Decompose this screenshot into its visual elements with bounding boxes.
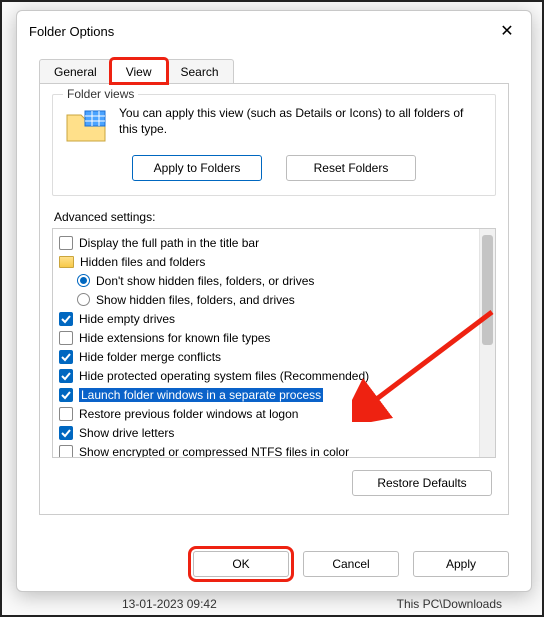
setting-show-encrypted[interactable]: Show encrypted or compressed NTFS files … <box>59 442 477 457</box>
folder-views-group: Folder views You can apply this view (su… <box>52 94 496 196</box>
setting-label: Show drive letters <box>79 426 174 440</box>
radio-icon[interactable] <box>77 274 90 287</box>
titlebar: Folder Options ✕ <box>17 11 531 47</box>
tab-view[interactable]: View <box>111 59 167 83</box>
status-path: This PC\Downloads <box>397 597 502 611</box>
background-statusbar: 13-01-2023 09:42 This PC\Downloads <box>122 597 502 611</box>
setting-hidden-group[interactable]: Hidden files and folders <box>59 252 477 271</box>
setting-launch-separate[interactable]: Launch folder windows in a separate proc… <box>59 385 477 404</box>
folder-icon <box>65 107 107 145</box>
checkbox-icon[interactable] <box>59 426 73 440</box>
screenshot-frame: Folder Options ✕ General View Search Fol… <box>0 0 544 617</box>
setting-label: Hide protected operating system files (R… <box>79 369 369 383</box>
checkbox-icon[interactable] <box>59 388 73 402</box>
setting-dont-show-hidden[interactable]: Don't show hidden files, folders, or dri… <box>59 271 477 290</box>
restore-defaults-button[interactable]: Restore Defaults <box>352 470 492 496</box>
setting-hide-ext[interactable]: Hide extensions for known file types <box>59 328 477 347</box>
radio-icon[interactable] <box>77 293 90 306</box>
setting-label: Display the full path in the title bar <box>79 236 259 250</box>
folder-views-text: You can apply this view (such as Details… <box>119 105 483 137</box>
setting-hide-merge[interactable]: Hide folder merge conflicts <box>59 347 477 366</box>
status-date: 13-01-2023 09:42 <box>122 597 217 611</box>
checkbox-icon[interactable] <box>59 445 73 458</box>
setting-label: Hide folder merge conflicts <box>79 350 221 364</box>
setting-show-hidden[interactable]: Show hidden files, folders, and drives <box>59 290 477 309</box>
setting-label: Hide extensions for known file types <box>79 331 270 345</box>
setting-label: Show hidden files, folders, and drives <box>96 293 295 307</box>
dialog-button-row: OK Cancel Apply <box>17 551 531 577</box>
tab-search[interactable]: Search <box>166 59 234 83</box>
reset-folders-button[interactable]: Reset Folders <box>286 155 416 181</box>
ok-button[interactable]: OK <box>193 551 289 577</box>
checkbox-icon[interactable] <box>59 331 73 345</box>
advanced-settings-label: Advanced settings: <box>54 210 496 224</box>
checkbox-icon[interactable] <box>59 407 73 421</box>
folder-options-dialog: Folder Options ✕ General View Search Fol… <box>16 10 532 592</box>
scrollbar-thumb[interactable] <box>482 235 493 345</box>
setting-hide-protected[interactable]: Hide protected operating system files (R… <box>59 366 477 385</box>
checkbox-icon[interactable] <box>59 369 73 383</box>
tab-strip: General View Search <box>39 55 531 83</box>
setting-full-path[interactable]: Display the full path in the title bar <box>59 233 477 252</box>
advanced-settings-list[interactable]: Display the full path in the title bar H… <box>53 229 479 457</box>
checkbox-icon[interactable] <box>59 236 73 250</box>
apply-to-folders-button[interactable]: Apply to Folders <box>132 155 262 181</box>
tab-general[interactable]: General <box>39 59 112 83</box>
advanced-settings-box: Display the full path in the title bar H… <box>52 228 496 458</box>
cancel-button[interactable]: Cancel <box>303 551 399 577</box>
tab-panel-view: Folder views You can apply this view (su… <box>39 83 509 515</box>
folder-icon <box>59 256 74 268</box>
close-icon[interactable]: ✕ <box>495 19 519 43</box>
setting-label: Show encrypted or compressed NTFS files … <box>79 445 349 458</box>
setting-label: Restore previous folder windows at logon <box>79 407 298 421</box>
apply-button[interactable]: Apply <box>413 551 509 577</box>
setting-restore-prev[interactable]: Restore previous folder windows at logon <box>59 404 477 423</box>
setting-hide-empty[interactable]: Hide empty drives <box>59 309 477 328</box>
scrollbar[interactable] <box>479 229 495 457</box>
setting-label: Hide empty drives <box>79 312 175 326</box>
setting-label: Hidden files and folders <box>80 255 205 269</box>
dialog-title: Folder Options <box>29 24 114 39</box>
setting-show-drive[interactable]: Show drive letters <box>59 423 477 442</box>
checkbox-icon[interactable] <box>59 350 73 364</box>
checkbox-icon[interactable] <box>59 312 73 326</box>
setting-label: Don't show hidden files, folders, or dri… <box>96 274 314 288</box>
folder-views-label: Folder views <box>63 87 138 101</box>
setting-label: Launch folder windows in a separate proc… <box>79 388 323 402</box>
